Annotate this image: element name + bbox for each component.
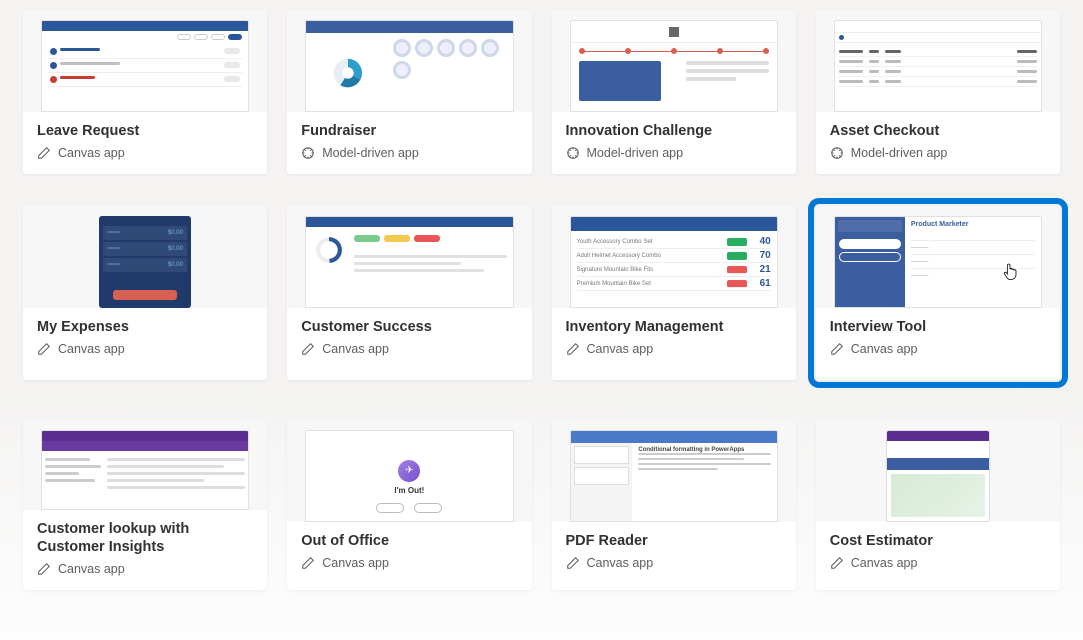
app-title: Fundraiser — [301, 122, 517, 140]
app-type: Model-driven app — [566, 146, 782, 160]
app-type: Canvas app — [37, 146, 253, 160]
app-thumbnail: Product Marketer ───── ───── ───── — [816, 206, 1060, 308]
app-title: My Expenses — [37, 318, 253, 336]
app-title: Leave Request — [37, 122, 253, 140]
pencil-icon — [37, 562, 51, 576]
pencil-icon — [37, 146, 51, 160]
app-template-grid-row2: ═══$0.00 ═══$0.00 ═══$0.00 My Expenses C… — [23, 196, 1060, 380]
pencil-icon — [566, 342, 580, 356]
app-card-out-of-office[interactable]: ✈ I'm Out! Out of Office Canvas app — [287, 420, 531, 590]
app-template-grid: Leave Request Canvas app Fundraiser — [23, 0, 1060, 174]
app-thumbnail — [816, 10, 1060, 112]
app-type: Canvas app — [301, 342, 517, 356]
model-driven-icon — [566, 146, 580, 160]
app-card-asset-checkout[interactable]: Asset Checkout Model-driven app — [816, 10, 1060, 174]
app-thumbnail: Youth Accessory Combo Set40 Adult Helmet… — [552, 206, 796, 308]
app-title: Inventory Management — [566, 318, 782, 336]
app-thumbnail — [816, 420, 1060, 522]
app-card-inventory-management[interactable]: Youth Accessory Combo Set40 Adult Helmet… — [552, 206, 796, 380]
app-card-leave-request[interactable]: Leave Request Canvas app — [23, 10, 267, 174]
app-card-customer-success[interactable]: Customer Success Canvas app — [287, 206, 531, 380]
app-title: Customer Success — [301, 318, 517, 336]
app-card-pdf-reader[interactable]: Conditional formatting in PowerApps PDF … — [552, 420, 796, 590]
pencil-icon — [566, 556, 580, 570]
app-title: PDF Reader — [566, 532, 782, 550]
app-type: Canvas app — [37, 562, 253, 576]
app-thumbnail — [287, 10, 531, 112]
app-title: Innovation Challenge — [566, 122, 782, 140]
app-card-fundraiser[interactable]: Fundraiser Model-driven app — [287, 10, 531, 174]
model-driven-icon — [301, 146, 315, 160]
app-thumbnail: Conditional formatting in PowerApps — [552, 420, 796, 522]
pencil-icon — [37, 342, 51, 356]
app-card-my-expenses[interactable]: ═══$0.00 ═══$0.00 ═══$0.00 My Expenses C… — [23, 206, 267, 380]
app-card-cost-estimator[interactable]: Cost Estimator Canvas app — [816, 420, 1060, 590]
app-title: Out of Office — [301, 532, 517, 550]
app-type: Canvas app — [301, 556, 517, 570]
app-type: Model-driven app — [830, 146, 1046, 160]
app-card-innovation-challenge[interactable]: Innovation Challenge Model-driven app — [552, 10, 796, 174]
app-template-grid-row3: Customer lookup with Customer Insights C… — [23, 410, 1060, 590]
app-type: Model-driven app — [301, 146, 517, 160]
app-thumbnail — [23, 10, 267, 112]
app-type: Canvas app — [830, 342, 1046, 356]
app-title: Asset Checkout — [830, 122, 1046, 140]
pencil-icon — [830, 556, 844, 570]
app-type: Canvas app — [37, 342, 253, 356]
app-card-interview-tool[interactable]: Product Marketer ───── ───── ───── Inter… — [816, 206, 1060, 380]
app-thumbnail: ✈ I'm Out! — [287, 420, 531, 522]
model-driven-icon — [830, 146, 844, 160]
app-title: Customer lookup with Customer Insights — [37, 520, 253, 556]
app-thumbnail — [287, 206, 531, 308]
pencil-icon — [830, 342, 844, 356]
app-type: Canvas app — [566, 342, 782, 356]
pencil-icon — [301, 556, 315, 570]
app-card-customer-lookup[interactable]: Customer lookup with Customer Insights C… — [23, 420, 267, 590]
pencil-icon — [301, 342, 315, 356]
app-thumbnail — [23, 420, 267, 510]
app-title: Interview Tool — [830, 318, 1046, 336]
app-type: Canvas app — [830, 556, 1046, 570]
app-title: Cost Estimator — [830, 532, 1046, 550]
app-thumbnail: ═══$0.00 ═══$0.00 ═══$0.00 — [23, 206, 267, 308]
app-thumbnail — [552, 10, 796, 112]
app-type: Canvas app — [566, 556, 782, 570]
